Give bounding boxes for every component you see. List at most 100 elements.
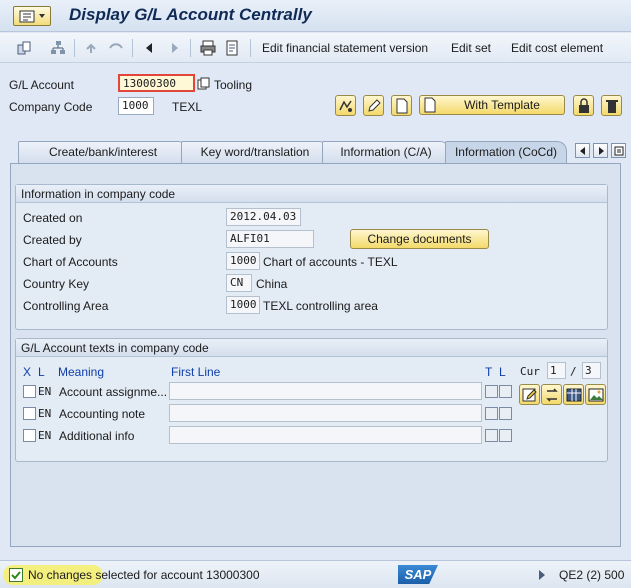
delete-button[interactable]	[601, 95, 622, 116]
toolbar-separator	[132, 39, 133, 57]
col-x[interactable]: X	[23, 365, 31, 379]
with-template-label: With Template	[464, 98, 540, 112]
toolbar-separator	[250, 39, 251, 57]
gl-account-description: Tooling	[214, 78, 253, 92]
page-title: Display G/L Account Centrally	[69, 5, 312, 24]
cur-label: Cur	[520, 365, 540, 378]
created-by-value: ALFI01	[226, 230, 314, 248]
table-view-button[interactable]	[563, 384, 584, 405]
redo-icon[interactable]	[108, 40, 124, 56]
row-select-checkbox[interactable]	[23, 429, 36, 442]
other-object-icon[interactable]	[16, 40, 32, 56]
controlling-area-desc: TEXL controlling area	[263, 299, 378, 313]
chart-of-accounts-label: Chart of Accounts	[23, 255, 118, 269]
edit-set-link[interactable]: Edit set	[451, 41, 491, 55]
picture-button[interactable]	[585, 384, 606, 405]
tab-scroll-left-icon[interactable]	[575, 143, 590, 158]
row-language: EN	[38, 385, 52, 398]
edit-fs-version-link[interactable]: Edit financial statement version	[262, 41, 428, 55]
controlling-area-value: 1000	[226, 296, 260, 314]
tab-label: Create/bank/interest	[48, 145, 158, 159]
lock-button[interactable]	[573, 95, 594, 116]
country-key-value: CN	[226, 274, 252, 292]
previous-icon[interactable]	[142, 40, 158, 56]
next-icon[interactable]	[166, 40, 182, 56]
display-change-button[interactable]	[335, 95, 356, 116]
row-t-checkbox[interactable]	[485, 385, 498, 398]
gl-account-texts-group: G/L Account texts in company code X L Me…	[15, 338, 608, 462]
row-meaning: Accounting note	[59, 407, 146, 421]
gl-account-input[interactable]: 13000300	[118, 74, 195, 92]
country-key-label: Country Key	[23, 277, 90, 291]
created-on-label: Created on	[23, 211, 83, 225]
sap-logo: SAP	[398, 565, 438, 584]
tab-key-word-translation[interactable]: Key word/translation	[181, 141, 329, 163]
copy-icon[interactable]	[197, 77, 213, 93]
undo-icon[interactable]	[84, 40, 100, 56]
cur-value[interactable]: 1	[547, 362, 566, 379]
exchange-text-button[interactable]	[541, 384, 562, 405]
row-l-checkbox[interactable]	[499, 407, 512, 420]
menu-icon[interactable]	[13, 6, 51, 26]
tab-create-bank-interest[interactable]: Create/bank/interest	[18, 141, 188, 163]
tab-information-cocd[interactable]: Information (CoCd)	[445, 141, 567, 163]
create-button[interactable]	[391, 95, 412, 116]
row-meaning: Account assignme...	[59, 385, 168, 399]
change-documents-button[interactable]: Change documents	[350, 229, 489, 249]
row-select-checkbox[interactable]	[23, 407, 36, 420]
row-first-line-input[interactable]	[169, 404, 482, 422]
status-expand-icon[interactable]	[537, 569, 547, 584]
toolbar-separator	[190, 39, 191, 57]
tab-label: Key word/translation	[200, 145, 310, 159]
row-first-line-input[interactable]	[169, 426, 482, 444]
toolbar-separator	[74, 39, 75, 57]
tab-scroll-right-icon[interactable]	[593, 143, 608, 158]
col-l[interactable]: L	[38, 365, 45, 379]
company-code-description: TEXL	[172, 100, 203, 114]
col-meaning[interactable]: Meaning	[58, 365, 104, 379]
row-select-checkbox[interactable]	[23, 385, 36, 398]
application-toolbar: Edit financial statement version Edit se…	[0, 33, 631, 63]
row-language: EN	[38, 429, 52, 442]
edit-button[interactable]	[363, 95, 384, 116]
cur-total: 3	[582, 362, 601, 379]
col-t[interactable]: T	[485, 365, 492, 379]
edit-cost-element-link[interactable]: Edit cost element	[511, 41, 603, 55]
col-l2[interactable]: L	[499, 365, 506, 379]
status-bar: No changes selected for account 13000300…	[0, 560, 631, 588]
chart-of-accounts-value: 1000	[226, 252, 260, 270]
created-on-value: 2012.04.03	[226, 208, 301, 226]
row-t-checkbox[interactable]	[485, 407, 498, 420]
group-title: G/L Account texts in company code	[16, 339, 607, 357]
print-icon[interactable]	[200, 40, 216, 56]
row-t-checkbox[interactable]	[485, 429, 498, 442]
cur-separator: /	[570, 365, 577, 378]
country-key-desc: China	[256, 277, 288, 291]
document-icon[interactable]	[224, 40, 240, 56]
info-company-code-group: Information in company code Created on 2…	[15, 184, 608, 330]
company-code-input[interactable]: 1000	[118, 97, 154, 115]
row-first-line-input[interactable]	[169, 382, 482, 400]
success-icon	[9, 568, 23, 582]
created-by-label: Created by	[23, 233, 82, 247]
title-bar: Display G/L Account Centrally	[0, 0, 631, 32]
status-message[interactable]: No changes selected for account 13000300	[28, 568, 260, 582]
tab-information-ca[interactable]: Information (C/A)	[322, 141, 450, 163]
with-template-button[interactable]: With Template	[419, 95, 565, 115]
row-meaning: Additional info	[59, 429, 135, 443]
controlling-area-label: Controlling Area	[23, 299, 109, 313]
col-first-line[interactable]: First Line	[171, 365, 220, 379]
tab-label: Information (C/A)	[340, 145, 432, 159]
row-l-checkbox[interactable]	[499, 429, 512, 442]
row-l-checkbox[interactable]	[499, 385, 512, 398]
hierarchy-icon[interactable]	[50, 40, 66, 56]
edit-text-button[interactable]	[519, 384, 540, 405]
tab-label: Information (CoCd)	[454, 145, 558, 159]
group-title: Information in company code	[16, 185, 607, 203]
gl-account-label: G/L Account	[9, 78, 74, 92]
row-language: EN	[38, 407, 52, 420]
template-icon	[423, 97, 437, 118]
system-info[interactable]: QE2 (2) 500	[559, 568, 624, 582]
tab-list-icon[interactable]	[611, 143, 626, 158]
chart-of-accounts-desc: Chart of accounts - TEXL	[263, 255, 398, 269]
